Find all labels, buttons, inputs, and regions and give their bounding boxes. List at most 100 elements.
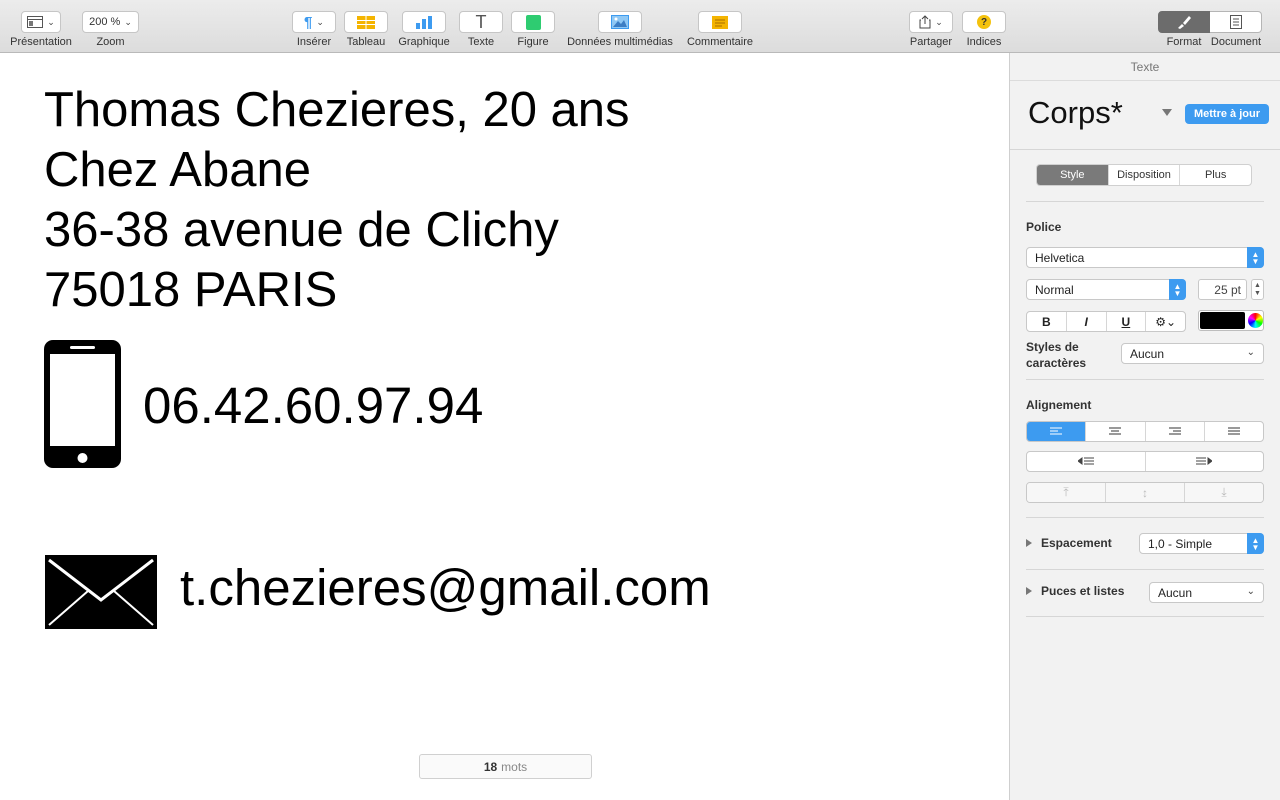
text-label: Texte — [467, 36, 495, 48]
font-size-stepper[interactable]: ▲ ▼ — [1251, 279, 1264, 300]
address-line-street[interactable]: 36-38 avenue de Clichy — [44, 206, 559, 255]
document-label: Document — [1210, 36, 1262, 48]
comment-label: Commentaire — [686, 36, 754, 48]
tab-more[interactable]: Plus — [1179, 165, 1251, 185]
divider — [1026, 379, 1264, 380]
word-count[interactable]: 18 mots — [419, 754, 592, 779]
share-control[interactable]: ⌄ Partager — [908, 0, 954, 48]
sidebar-view-icon — [27, 16, 44, 28]
inspector-tabs: Style Disposition Plus — [1036, 164, 1252, 186]
color-swatch — [1200, 312, 1245, 329]
document-icon — [1229, 15, 1242, 29]
shape-button[interactable] — [511, 11, 555, 33]
char-styles-label: Styles de caractères — [1026, 340, 1087, 370]
insert-label: Insérer — [296, 36, 332, 48]
update-style-button[interactable]: Mettre à jour — [1185, 104, 1269, 124]
outdent-icon — [1077, 457, 1094, 465]
chart-control[interactable]: Graphique — [396, 0, 452, 48]
word-count-unit: mots — [501, 759, 528, 774]
table-label: Tableau — [346, 36, 386, 48]
insert-control[interactable]: ¶ ⌄ Insérer — [292, 0, 336, 48]
text-color-well[interactable] — [1198, 310, 1264, 331]
color-wheel-icon[interactable] — [1248, 313, 1263, 328]
align-right-button[interactable] — [1144, 422, 1204, 441]
shape-control[interactable]: Figure — [511, 0, 555, 48]
tips-label: Indices — [966, 36, 1002, 48]
vertical-align-segment: ⤒ ↕ ⤓ — [1026, 482, 1264, 503]
format-label: Format — [1166, 36, 1202, 48]
char-styles-value: Aucun — [1130, 346, 1165, 361]
text-options-button[interactable]: ⚙⌄ — [1145, 312, 1185, 331]
phone-number[interactable]: 06.42.60.97.94 — [143, 380, 483, 431]
email-address[interactable]: t.chezieres@gmail.com — [180, 562, 711, 613]
tips-control[interactable]: ? Indices — [962, 0, 1006, 48]
shape-icon — [525, 14, 541, 30]
align-top-button[interactable]: ⤒ — [1027, 483, 1105, 502]
paintbrush-icon — [1178, 16, 1191, 29]
chevron-down-icon: ⌄ — [316, 16, 324, 27]
align-bottom-icon: ⤓ — [1221, 485, 1227, 499]
bullets-value: Aucun — [1158, 585, 1193, 600]
disclosure-triangle-icon[interactable] — [1026, 587, 1032, 595]
chart-label: Graphique — [398, 36, 450, 48]
text-control[interactable]: T Texte — [459, 0, 503, 48]
comment-button[interactable] — [698, 11, 742, 33]
tab-style[interactable]: Style — [1037, 165, 1108, 185]
bullets-label[interactable]: Puces et listes — [1041, 584, 1124, 598]
char-styles-popup[interactable]: Aucun ⌄ — [1121, 343, 1264, 364]
bold-button[interactable]: B — [1027, 312, 1066, 331]
align-center-icon — [1109, 427, 1122, 435]
paragraph-style-name[interactable]: Corps* — [1028, 97, 1123, 128]
document-canvas[interactable]: Thomas Chezieres, 20 ans Chez Abane 36-3… — [0, 54, 1009, 800]
up-down-arrows-icon: ▲ ▼ — [1247, 533, 1264, 554]
align-bottom-button[interactable]: ⤓ — [1184, 483, 1263, 502]
font-typeface-popup[interactable]: Normal ▲ ▼ — [1026, 279, 1186, 300]
smartphone-icon — [44, 340, 121, 468]
text-button[interactable]: T — [459, 11, 503, 33]
comment-control[interactable]: Commentaire — [685, 0, 755, 48]
up-down-arrows-icon: ▲ ▼ — [1247, 247, 1264, 268]
media-button[interactable] — [598, 11, 642, 33]
align-middle-icon: ↕ — [1142, 485, 1148, 500]
presentation-label: Présentation — [10, 36, 72, 48]
underline-button[interactable]: U — [1105, 312, 1146, 331]
chevron-down-icon: ⌄ — [124, 16, 132, 27]
font-family-popup[interactable]: Helvetica ▲ ▼ — [1026, 247, 1264, 268]
zoom-label: Zoom — [96, 36, 125, 48]
table-button[interactable] — [344, 11, 388, 33]
zoom-popup[interactable]: 200 % ⌄ — [82, 11, 139, 33]
address-line-care-of[interactable]: Chez Abane — [44, 146, 311, 195]
italic-button[interactable]: I — [1065, 312, 1106, 331]
spacing-popup[interactable]: 1,0 - Simple ▲ ▼ — [1139, 533, 1264, 554]
address-line-city[interactable]: 75018 PARIS — [44, 266, 337, 315]
share-button[interactable]: ⌄ — [909, 11, 953, 33]
tab-layout[interactable]: Disposition — [1107, 165, 1180, 185]
insert-button[interactable]: ¶ ⌄ — [292, 11, 336, 33]
address-line-name[interactable]: Thomas Chezieres, 20 ans — [44, 86, 630, 135]
style-dropdown-arrow-icon[interactable] — [1162, 109, 1172, 116]
document-button[interactable] — [1210, 11, 1262, 33]
presentation-control[interactable]: ⌄ Présentation — [8, 0, 74, 48]
divider — [1010, 149, 1280, 150]
help-icon: ? — [977, 15, 991, 29]
format-document-segment — [1158, 11, 1262, 33]
align-center-button[interactable] — [1085, 422, 1144, 441]
justify-button[interactable] — [1203, 422, 1263, 441]
format-button[interactable] — [1158, 11, 1210, 33]
increase-indent-button[interactable] — [1144, 452, 1264, 471]
bullets-popup[interactable]: Aucun ⌄ — [1149, 582, 1264, 603]
decrease-indent-button[interactable] — [1027, 452, 1145, 471]
align-right-icon — [1168, 427, 1181, 435]
zoom-control[interactable]: 200 % ⌄ Zoom — [82, 0, 139, 48]
chart-button[interactable] — [402, 11, 446, 33]
disclosure-triangle-icon[interactable] — [1026, 539, 1032, 547]
envelope-icon — [45, 555, 157, 629]
spacing-label[interactable]: Espacement — [1041, 536, 1112, 550]
font-size-field[interactable]: 25 pt — [1198, 279, 1247, 300]
align-left-button[interactable] — [1027, 422, 1086, 441]
table-control[interactable]: Tableau — [344, 0, 388, 48]
align-middle-button[interactable]: ↕ — [1105, 483, 1184, 502]
media-control[interactable]: Données multimédias — [563, 0, 677, 48]
presentation-button[interactable]: ⌄ — [21, 11, 61, 33]
tips-button[interactable]: ? — [962, 11, 1006, 33]
